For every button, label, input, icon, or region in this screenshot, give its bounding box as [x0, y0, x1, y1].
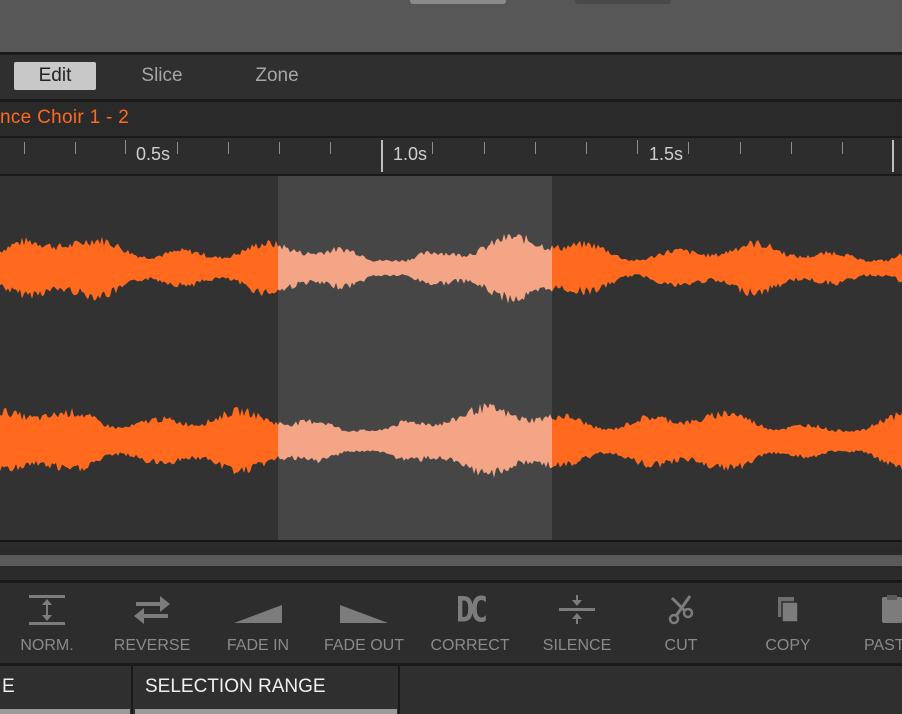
ruler-tick	[228, 142, 229, 154]
copy-icon	[744, 593, 832, 627]
horizontal-scrollbar[interactable]	[0, 548, 902, 570]
top-panel	[0, 0, 902, 52]
tab-slice[interactable]: Slice	[122, 62, 202, 90]
tool-label: REVERSE	[113, 637, 191, 654]
tool-label: COPY	[765, 637, 811, 654]
ruler-label: 1.5s	[649, 144, 684, 164]
ruler-label: 1.0s	[393, 144, 428, 164]
cut-button[interactable]: CUT	[640, 583, 722, 663]
tool-label: FADE IN	[226, 637, 290, 654]
ruler-tick	[432, 142, 433, 154]
ruler-tick	[791, 142, 792, 154]
time-ruler[interactable]: 0.5s 1.0s 1.5s	[0, 138, 902, 176]
top-handle[interactable]	[410, 0, 506, 4]
tool-label: PAST	[864, 637, 902, 654]
scrollbar-thumb[interactable]	[0, 555, 902, 566]
tab-zone[interactable]: Zone	[236, 62, 318, 90]
waveform-left-channel	[552, 240, 902, 296]
ruler-tick	[586, 142, 587, 154]
ruler-tick	[842, 142, 843, 154]
paste-icon	[858, 593, 902, 627]
divider	[0, 540, 902, 542]
selection-region[interactable]	[278, 176, 552, 540]
ruler-tick	[740, 142, 741, 154]
bottom-tab-selection-range[interactable]: SELECTION RANGE	[145, 666, 395, 708]
bottom-tab-label: E	[2, 676, 15, 697]
waveform-right-channel	[552, 410, 902, 471]
scissors-icon	[640, 593, 722, 627]
tab-bar: Edit Slice Zone	[0, 55, 902, 102]
ruler-tick	[177, 142, 178, 154]
ruler-tick	[279, 142, 280, 154]
ruler-tick	[24, 142, 25, 154]
ruler-tick	[535, 142, 536, 154]
fade-out-icon	[314, 593, 414, 627]
fade-out-button[interactable]: FADE OUT	[314, 583, 414, 663]
silence-button[interactable]: SILENCE	[530, 583, 624, 663]
tool-label: SILENCE	[542, 637, 612, 654]
ruler-tick	[637, 140, 638, 154]
ruler-tick	[75, 142, 76, 154]
dc-correct-button[interactable]: DC CORRECT	[420, 583, 520, 663]
divider	[398, 666, 400, 714]
bottom-tab-label: SELECTION RANGE	[145, 676, 326, 697]
tool-label: CUT	[664, 637, 698, 654]
sample-name: nce Choir 1 - 2	[0, 107, 130, 128]
normalize-icon	[6, 593, 88, 627]
reverse-button[interactable]: REVERSE	[104, 583, 200, 663]
edit-toolbar: NORM. REVERSE FADE IN FADE OUT DC CORREC…	[0, 583, 902, 666]
copy-button[interactable]: COPY	[744, 583, 832, 663]
tab-underline	[135, 709, 397, 714]
ruler-major-tick	[892, 140, 894, 172]
ruler-tick	[688, 142, 689, 154]
bottom-tab[interactable]: E	[2, 666, 130, 708]
normalize-button[interactable]: NORM.	[6, 583, 88, 663]
ruler-label: 0.5s	[136, 144, 171, 164]
ruler-tick	[330, 142, 331, 154]
ruler-tick	[125, 140, 126, 154]
tool-label: NORM.	[20, 637, 74, 654]
waveform-left-channel	[0, 236, 278, 301]
tool-label: CORRECT	[430, 637, 510, 654]
ruler-tick	[484, 142, 485, 154]
waveform-display[interactable]	[0, 176, 902, 540]
top-handle-2[interactable]	[575, 0, 671, 4]
divider	[131, 666, 133, 714]
silence-icon	[530, 593, 624, 627]
ruler-major-tick	[381, 140, 383, 172]
paste-button[interactable]: PAST	[858, 583, 902, 663]
waveform-right-channel	[0, 406, 278, 475]
tool-label: FADE OUT	[323, 637, 404, 654]
fade-in-icon	[214, 593, 302, 627]
bottom-panel-tabs: E SELECTION RANGE	[0, 666, 902, 714]
sample-title-row: nce Choir 1 - 2	[0, 102, 902, 138]
tab-underline	[0, 709, 130, 714]
fade-in-button[interactable]: FADE IN	[214, 583, 302, 663]
dc-correct-icon: DC	[455, 589, 488, 631]
reverse-icon	[104, 593, 200, 627]
tab-edit[interactable]: Edit	[14, 62, 96, 90]
waveform-svg[interactable]	[0, 176, 902, 540]
